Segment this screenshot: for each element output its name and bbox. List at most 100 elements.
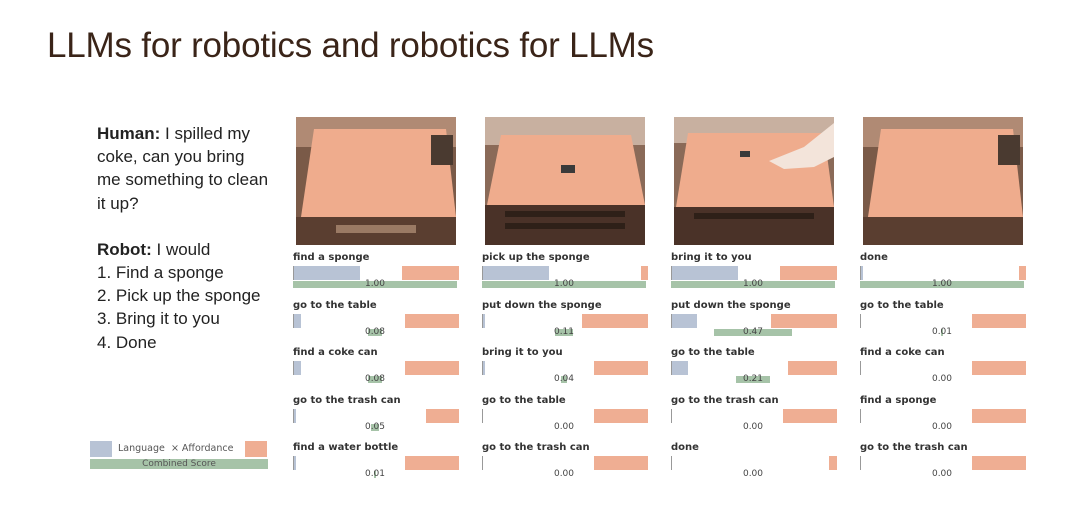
affordance-bar xyxy=(771,313,837,328)
language-bar xyxy=(294,361,301,375)
robot-response: Robot: I would 1. Find a sponge 2. Pick … xyxy=(97,238,272,354)
action-score-row: bring it to you 1.00 xyxy=(671,252,837,294)
action-score-row: go to the trash can 0.00 xyxy=(482,442,648,484)
action-label: go to the trash can xyxy=(860,442,968,453)
bar-axis xyxy=(860,456,861,470)
action-label: put down the sponge xyxy=(671,299,791,311)
human-utterance: Human: I spilled my coke, can you bring … xyxy=(97,122,272,215)
affordance-bar xyxy=(971,408,1026,423)
action-score-row: done 1.00 xyxy=(860,252,1026,294)
legend-combined-label: Combined Score xyxy=(142,459,216,469)
affordance-bar xyxy=(593,456,648,470)
affordance-bar xyxy=(787,361,837,375)
combined-score-label: 1.00 xyxy=(364,279,386,289)
combined-score-label: 0.04 xyxy=(553,374,575,384)
action-score-row: put down the sponge 0.11 xyxy=(482,300,648,342)
scene-photo-graphic xyxy=(296,117,456,245)
action-label: go to the table xyxy=(860,299,944,311)
action-label: put down the sponge xyxy=(482,299,602,311)
affordance-bar xyxy=(404,313,459,328)
language-bar xyxy=(294,408,296,423)
robot-label: Robot: xyxy=(97,239,152,259)
action-label: go to the trash can xyxy=(482,442,590,453)
language-bar xyxy=(483,266,549,280)
affordance-bar xyxy=(1019,266,1026,280)
combined-score-label: 0.00 xyxy=(553,421,575,432)
language-bar xyxy=(672,266,738,280)
affordance-bar xyxy=(582,313,648,328)
language-bar xyxy=(672,313,697,328)
affordance-bar xyxy=(971,313,1026,328)
step-column-1: find a sponge 1.00 go to the table 0.08 find… xyxy=(293,117,463,517)
affordance-bar xyxy=(593,361,648,375)
bar-axis xyxy=(860,408,861,423)
affordance-bar xyxy=(401,266,459,280)
action-score-row: go to the table 0.08 xyxy=(293,300,459,342)
combined-score-label: 0.08 xyxy=(364,326,386,337)
robot-step: 3. Bring it to you xyxy=(97,309,220,329)
action-score-row: go to the table 0.01 xyxy=(860,300,1026,342)
scene-photo xyxy=(296,117,456,245)
action-label: go to the table xyxy=(482,394,566,406)
language-bar xyxy=(294,313,301,328)
action-score-row: go to the trash can 0.05 xyxy=(293,395,459,437)
action-score-row: done 0.00 xyxy=(671,442,837,484)
action-score-row: go to the trash can 0.00 xyxy=(671,395,837,437)
step-column-2: pick up the sponge 1.00 put down the spong… xyxy=(482,117,652,517)
combined-score-label: 1.00 xyxy=(553,279,575,289)
action-label: go to the trash can xyxy=(293,394,401,406)
action-score-row: go to the table 0.21 xyxy=(671,347,837,389)
action-score-row: find a water bottle 0.01 xyxy=(293,442,459,484)
bar-axis xyxy=(482,456,483,470)
language-bar xyxy=(861,266,863,280)
affordance-bar xyxy=(404,361,459,375)
combined-score-label: 1.00 xyxy=(742,279,764,289)
action-label: go to the trash can xyxy=(671,394,779,406)
combined-score-label: 1.00 xyxy=(931,279,953,289)
combined-score-label: 0.01 xyxy=(364,469,386,479)
affordance-bar xyxy=(593,408,648,423)
bar-axis xyxy=(482,408,483,423)
combined-score-label: 0.11 xyxy=(553,326,575,337)
robot-step: 4. Done xyxy=(97,332,157,352)
combined-score-label: 0.08 xyxy=(364,374,386,384)
action-label: go to the table xyxy=(293,299,377,311)
scene-photo-graphic xyxy=(485,117,645,245)
combined-score-label: 0.00 xyxy=(553,469,575,479)
action-label: bring it to you xyxy=(671,252,752,263)
language-bar xyxy=(483,313,485,328)
combined-score-label: 0.05 xyxy=(364,421,386,432)
action-label: pick up the sponge xyxy=(482,252,590,263)
scene-photo xyxy=(485,117,645,245)
action-score-row: find a sponge 0.00 xyxy=(860,395,1026,437)
combined-score-label: 0.01 xyxy=(931,326,953,337)
action-score-row: go to the table 0.00 xyxy=(482,395,648,437)
action-label: find a coke can xyxy=(860,347,945,358)
human-label: Human: xyxy=(97,124,161,143)
robot-step: 1. Find a sponge xyxy=(97,263,224,283)
scene-photo-graphic xyxy=(674,117,834,245)
action-label: find a sponge xyxy=(293,252,370,263)
affordance-swatch xyxy=(245,441,267,457)
combined-score-label: 0.00 xyxy=(742,421,764,432)
combined-score-label: 0.00 xyxy=(931,421,953,432)
action-score-row: find a coke can 0.08 xyxy=(293,347,459,389)
slide-title: LLMs for robotics and robotics for LLMs xyxy=(47,26,654,65)
affordance-bar xyxy=(426,408,459,423)
language-bar xyxy=(483,361,485,375)
bar-axis xyxy=(860,313,861,328)
action-score-row: find a sponge 1.00 xyxy=(293,252,459,294)
score-legend: Language × Affordance Combined Score xyxy=(90,440,270,470)
action-label: find a sponge xyxy=(860,394,937,406)
action-score-row: find a coke can 0.00 xyxy=(860,347,1026,389)
action-label: go to the table xyxy=(671,347,755,358)
combined-score-label: 0.00 xyxy=(742,469,764,479)
affordance-bar xyxy=(782,408,837,423)
scene-photo xyxy=(863,117,1023,245)
language-bar xyxy=(294,456,296,470)
combined-score-label: 0.21 xyxy=(742,374,764,384)
bar-axis xyxy=(860,361,861,375)
scene-photo-graphic xyxy=(863,117,1023,245)
action-label: find a water bottle xyxy=(293,442,399,453)
language-swatch xyxy=(90,441,112,457)
